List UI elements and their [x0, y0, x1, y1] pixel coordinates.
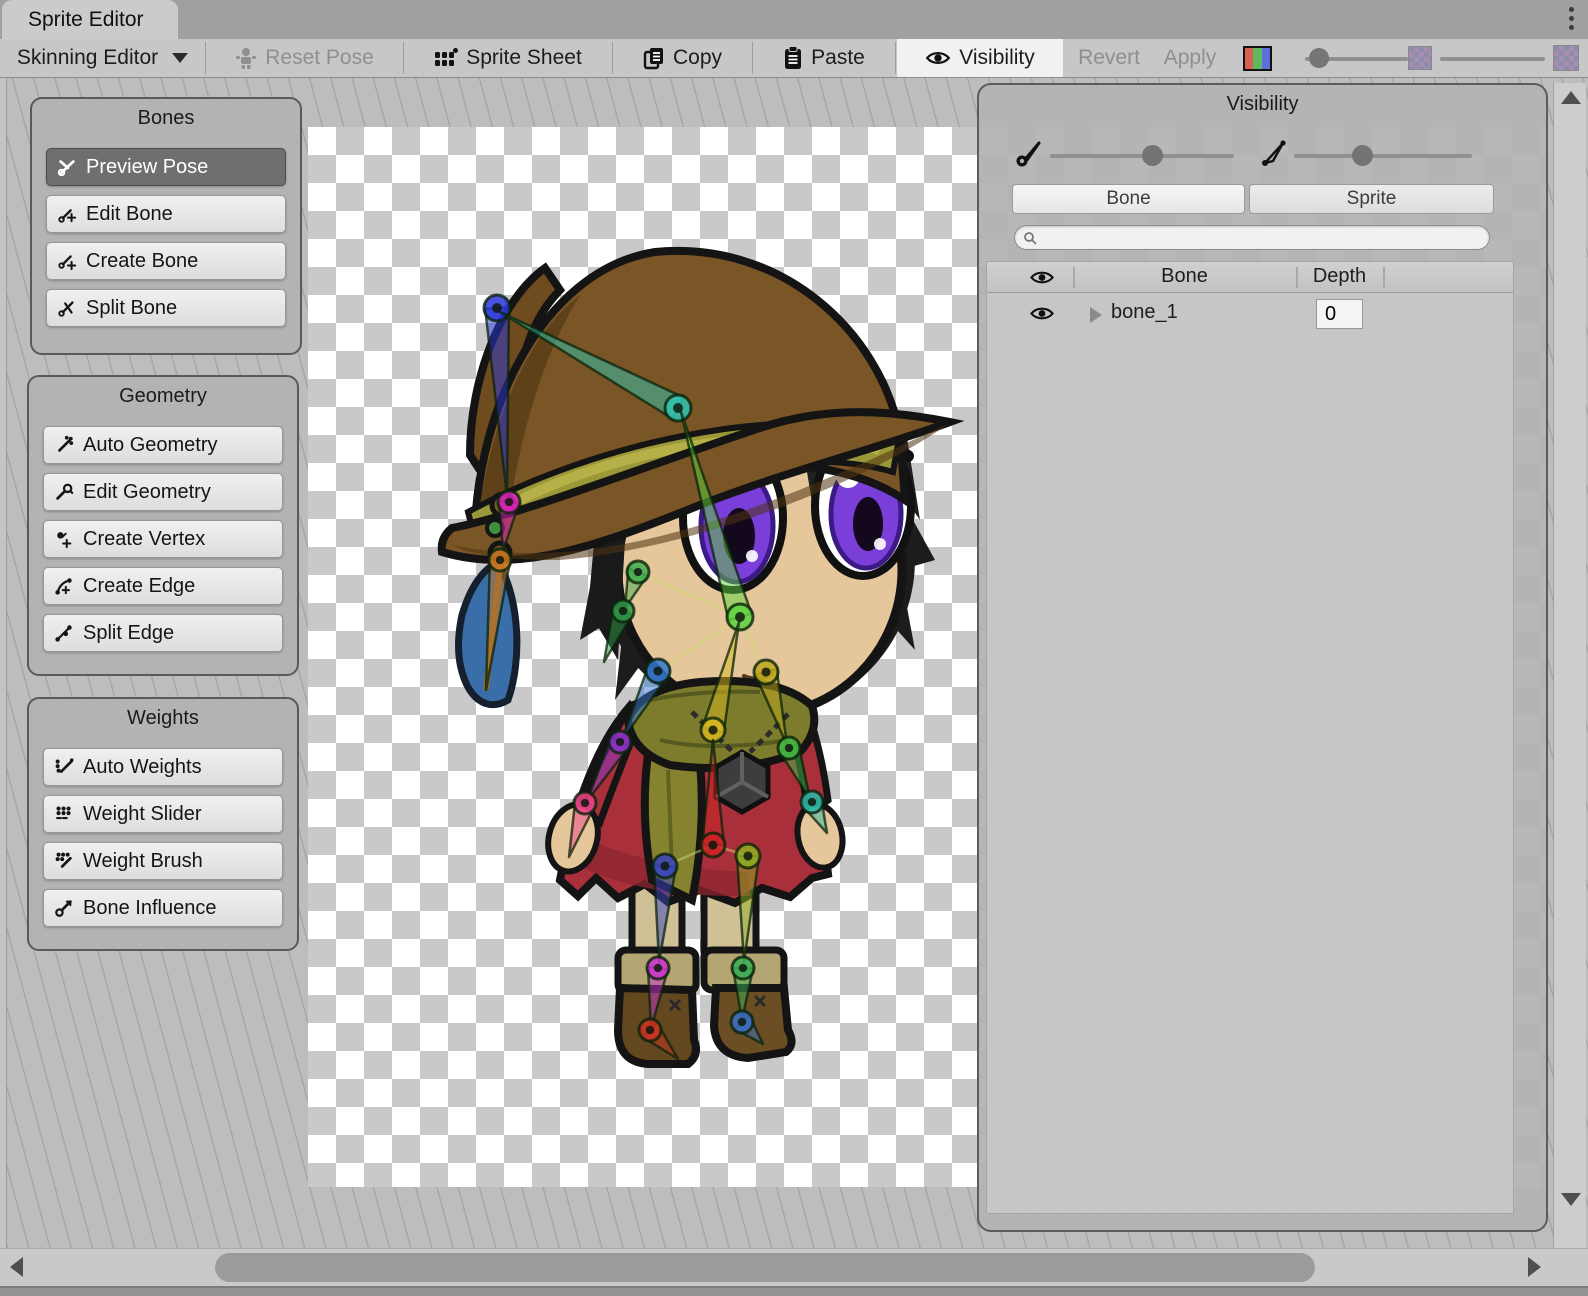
- sprite-sheet-button[interactable]: Sprite Sheet: [404, 39, 612, 77]
- alpha-slider-knob[interactable]: [1309, 48, 1329, 68]
- preview-pose-icon: [57, 157, 77, 177]
- tab-sprite[interactable]: Sprite: [1249, 184, 1494, 214]
- bone-list: Bone Depth bone_1: [986, 261, 1514, 1214]
- weight-slider-icon: [54, 804, 74, 824]
- edit-bone-button[interactable]: Edit Bone: [46, 195, 286, 233]
- auto-geometry-button[interactable]: Auto Geometry: [43, 426, 283, 464]
- table-row-bone-1[interactable]: bone_1: [987, 293, 1513, 335]
- tab-sprite-editor[interactable]: Sprite Editor: [2, 0, 178, 39]
- split-edge-icon: [54, 623, 74, 643]
- depth-input[interactable]: [1316, 299, 1363, 329]
- weight-brush-icon: [54, 851, 74, 871]
- bones-panel: Bones Preview Pose Edit Bone Create Bone…: [30, 97, 302, 355]
- reset-pose-button[interactable]: Reset Pose: [206, 39, 403, 77]
- copy-icon: [643, 46, 665, 70]
- weights-panel: Weights Auto Weights Weight Slider Weigh…: [27, 697, 299, 951]
- scroll-down-icon[interactable]: [1561, 1193, 1581, 1206]
- alpha-checker-swatch: [1553, 45, 1579, 71]
- geometry-panel: Geometry Auto Geometry Edit Geometry Cre…: [27, 375, 299, 676]
- revert-label: Revert: [1078, 46, 1140, 70]
- search-input[interactable]: [1041, 228, 1489, 248]
- horizontal-scrollbar[interactable]: [0, 1248, 1588, 1286]
- create-edge-button[interactable]: Create Edge: [43, 567, 283, 605]
- revert-button[interactable]: Revert: [1063, 39, 1155, 77]
- weights-panel-title: Weights: [29, 707, 297, 730]
- toolbar: Skinning Editor Reset Pose Sprite Sheet …: [0, 39, 1588, 78]
- paste-label: Paste: [811, 46, 865, 70]
- split-edge-button[interactable]: Split Edge: [43, 614, 283, 652]
- search-field[interactable]: [1014, 225, 1490, 250]
- chevron-down-icon: [172, 53, 188, 63]
- scroll-left-icon[interactable]: [10, 1257, 23, 1277]
- create-bone-button[interactable]: Create Bone: [46, 242, 286, 280]
- skinning-editor-label: Skinning Editor: [17, 46, 158, 70]
- reset-pose-label: Reset Pose: [265, 46, 374, 70]
- kebab-menu-icon[interactable]: [1569, 7, 1574, 30]
- auto-geometry-icon: [54, 435, 74, 455]
- window-bottom-edge: [0, 1286, 1588, 1296]
- skinning-editor-dropdown[interactable]: Skinning Editor: [0, 39, 205, 77]
- window-tab-strip: Sprite Editor: [0, 0, 1588, 39]
- visibility-toggle-button[interactable]: Visibility: [897, 39, 1063, 77]
- tab-sprite-editor-label: Sprite Editor: [28, 8, 144, 32]
- eye-icon[interactable]: [1029, 269, 1055, 286]
- bone-influence-icon: [54, 898, 74, 918]
- apply-button[interactable]: Apply: [1155, 39, 1225, 77]
- split-bone-button[interactable]: Split Bone: [46, 289, 286, 327]
- copy-label: Copy: [673, 46, 722, 70]
- edit-bone-icon: [57, 204, 77, 224]
- auto-weights-button[interactable]: Auto Weights: [43, 748, 283, 786]
- weight-slider-button[interactable]: Weight Slider: [43, 795, 283, 833]
- scroll-right-icon[interactable]: [1528, 1257, 1541, 1277]
- column-bone[interactable]: Bone: [1073, 265, 1296, 288]
- bone-name-label: bone_1: [1111, 301, 1178, 324]
- visibility-panel-title: Visibility: [979, 93, 1546, 116]
- paste-icon: [783, 46, 803, 70]
- create-bone-icon: [57, 251, 77, 271]
- person-icon: [235, 46, 257, 70]
- apply-label: Apply: [1164, 46, 1217, 70]
- split-bone-icon: [57, 298, 77, 318]
- geometry-panel-title: Geometry: [29, 385, 297, 408]
- bones-panel-title: Bones: [32, 107, 300, 130]
- eye-icon[interactable]: [1029, 305, 1055, 322]
- sprite-sheet-label: Sprite Sheet: [466, 46, 582, 70]
- eye-icon: [925, 49, 951, 67]
- rgb-channel-swatch[interactable]: [1243, 46, 1272, 71]
- visibility-label: Visibility: [959, 46, 1034, 70]
- create-edge-icon: [54, 576, 74, 596]
- search-icon: [1023, 231, 1037, 245]
- create-vertex-button[interactable]: Create Vertex: [43, 520, 283, 558]
- visibility-panel: Visibility Bone Sprite Bone Depth: [977, 83, 1548, 1232]
- vertical-scrollbar[interactable]: [1553, 83, 1586, 1248]
- sprite-opacity-slider-knob[interactable]: [1352, 145, 1373, 166]
- toolbar-separator: [895, 42, 896, 74]
- window-left-edge: [0, 78, 7, 1248]
- bone-influence-button[interactable]: Bone Influence: [43, 889, 283, 927]
- sprite-opacity-slider-track[interactable]: [1294, 154, 1472, 158]
- scroll-up-icon[interactable]: [1561, 91, 1581, 104]
- bone-list-header: Bone Depth: [987, 262, 1513, 293]
- column-depth[interactable]: Depth: [1296, 265, 1383, 288]
- tab-bone[interactable]: Bone: [1012, 184, 1245, 214]
- bone-filled-icon: [1013, 137, 1045, 169]
- horizontal-scrollbar-thumb[interactable]: [215, 1253, 1315, 1282]
- auto-weights-icon: [54, 757, 74, 777]
- bone-outline-icon: [1257, 137, 1289, 169]
- brightness-slider-track[interactable]: [1440, 57, 1545, 61]
- copy-button[interactable]: Copy: [613, 39, 752, 77]
- sprite-sheet-icon: [434, 47, 458, 69]
- weight-brush-button[interactable]: Weight Brush: [43, 842, 283, 880]
- bone-opacity-slider-knob[interactable]: [1142, 145, 1163, 166]
- edit-geometry-button[interactable]: Edit Geometry: [43, 473, 283, 511]
- edit-geometry-icon: [54, 482, 74, 502]
- preview-pose-button[interactable]: Preview Pose: [46, 148, 286, 186]
- paste-button[interactable]: Paste: [753, 39, 895, 77]
- alpha-checker-swatch: [1408, 46, 1432, 70]
- create-vertex-icon: [54, 529, 74, 549]
- expander-icon[interactable]: [1090, 307, 1102, 323]
